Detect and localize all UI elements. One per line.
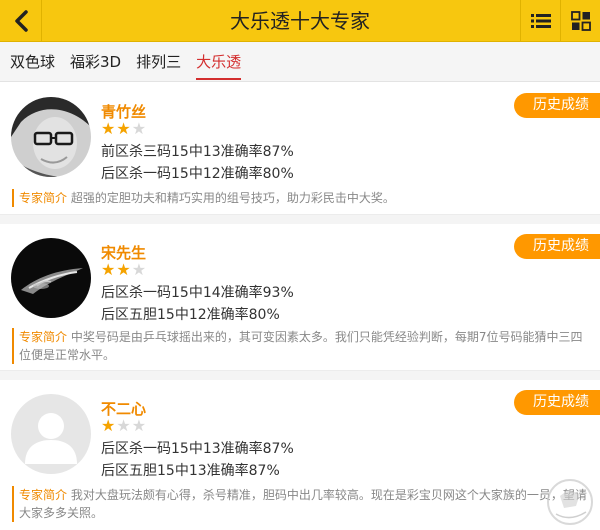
expert-intro: 专家简介 超强的定胆功夫和精巧实用的组号技巧，助力彩民击中大奖。 [12, 189, 590, 207]
intro-label: 专家简介 [19, 330, 68, 344]
list-button[interactable] [520, 0, 560, 42]
watermark-logo [538, 476, 600, 530]
star-icon: ★ [131, 260, 148, 279]
rating-stars: ★★★ [101, 119, 147, 139]
expert-intro: 专家简介 中奖号码是由乒乓球摇出来的，其可变因素太多。我们只能凭经验判断，每期7… [12, 328, 590, 364]
star-icon: ★ [101, 416, 117, 435]
tab-fucai3d[interactable]: 福彩3D [70, 42, 121, 82]
lottery-tabs: 双色球 福彩3D 排列三 大乐透 [0, 42, 600, 82]
avatar [11, 97, 91, 177]
chevron-left-icon [14, 10, 28, 32]
rating-stars: ★★★ [101, 260, 147, 280]
star-icon: ★ [101, 119, 117, 138]
star-icon: ★ [131, 416, 148, 435]
star-icon: ★ [116, 119, 132, 138]
star-icon: ★ [101, 260, 117, 279]
divider [0, 214, 600, 224]
intro-label: 专家简介 [19, 488, 68, 502]
intro-text: 我对大盘玩法颇有心得，杀号精准，胆码中出几率较高。现在是彩宝贝网这个大家族的一员… [19, 488, 587, 520]
stat-line: 后区五胆15中12准确率80% [101, 307, 280, 323]
intro-label: 专家简介 [19, 191, 68, 205]
tab-shuangseqiu[interactable]: 双色球 [10, 42, 55, 82]
expert-intro: 专家简介 我对大盘玩法颇有心得，杀号精准，胆码中出几率较高。现在是彩宝贝网这个大… [12, 486, 590, 522]
divider [0, 370, 600, 380]
grid-icon [570, 11, 591, 31]
avatar [11, 394, 91, 474]
default-avatar-icon [11, 394, 91, 474]
page-title: 大乐透十大专家 [230, 9, 370, 33]
tab-pailiesan[interactable]: 排列三 [136, 42, 181, 82]
list-icon [530, 14, 551, 28]
intro-text: 超强的定胆功夫和精巧实用的组号技巧，助力彩民击中大奖。 [70, 191, 395, 205]
stat-line: 后区五胆15中13准确率87% [101, 463, 280, 479]
expert-card[interactable]: 宋先生 ★★★ 后区杀一码15中14准确率93% 后区五胆15中12准确率80%… [0, 224, 600, 380]
expert-card[interactable]: 青竹丝 ★★★ 前区杀三码15中13准确率87% 后区杀一码15中12准确率80… [0, 83, 600, 224]
star-icon: ★ [116, 416, 132, 435]
history-button[interactable]: 历史成绩 [514, 93, 600, 118]
history-button[interactable]: 历史成绩 [514, 234, 600, 259]
back-button[interactable] [0, 0, 42, 42]
history-button[interactable]: 历史成绩 [514, 390, 600, 415]
stat-line: 后区杀一码15中12准确率80% [101, 166, 294, 182]
stat-line: 后区杀一码15中13准确率87% [101, 441, 294, 457]
expert-card[interactable]: 不二心 ★★★ 后区杀一码15中13准确率87% 后区五胆15中13准确率87%… [0, 380, 600, 530]
stat-line: 后区杀一码15中14准确率93% [101, 285, 294, 301]
intro-text: 中奖号码是由乒乓球摇出来的，其可变因素太多。我们只能凭经验判断，每期7位号码能猜… [19, 330, 583, 362]
rating-stars: ★★★ [101, 416, 147, 436]
star-icon: ★ [131, 119, 148, 138]
grid-button[interactable] [560, 0, 600, 42]
tab-daletou[interactable]: 大乐透 [196, 42, 242, 82]
stat-line: 前区杀三码15中13准确率87% [101, 144, 294, 160]
star-icon: ★ [116, 260, 132, 279]
avatar [11, 238, 91, 318]
top-bar: 大乐透十大专家 [0, 0, 600, 42]
